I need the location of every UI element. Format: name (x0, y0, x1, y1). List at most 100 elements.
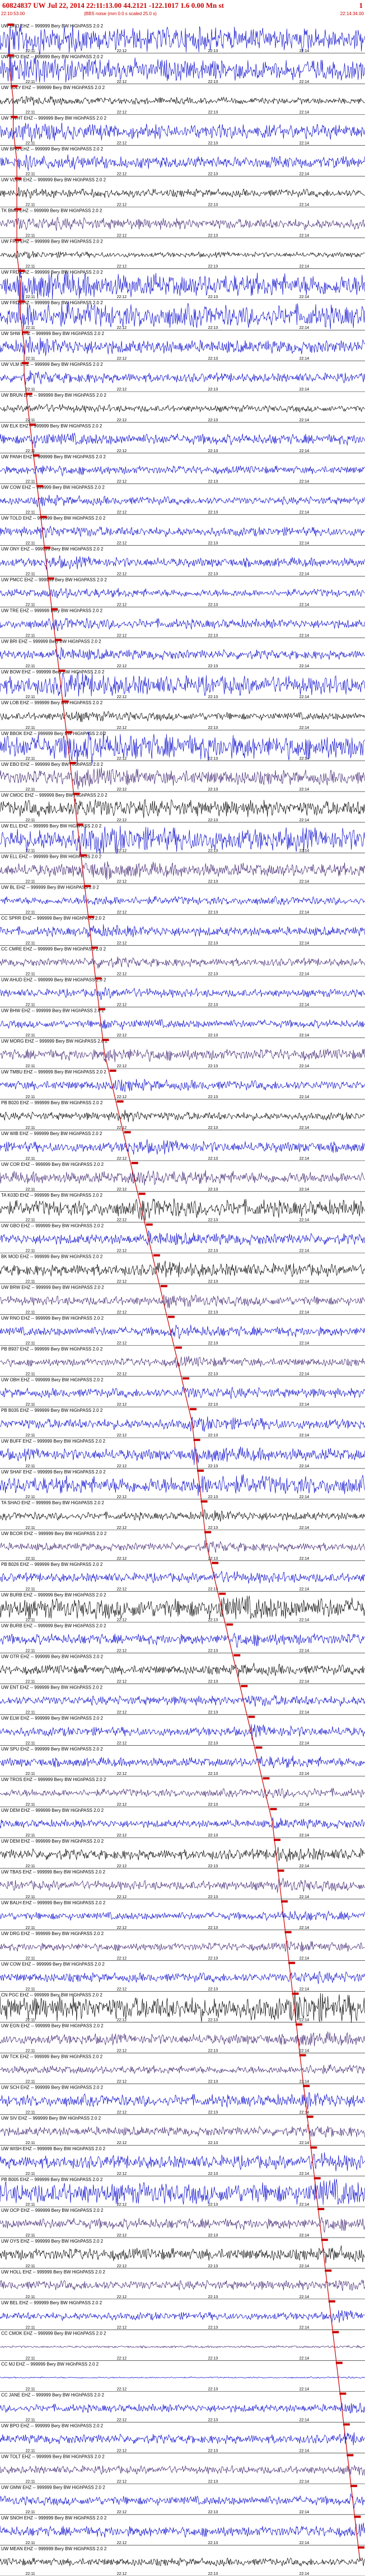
trace-label: UW TOLT EHZ -- 999999 Bery BW HiGhPASS 2… (1, 2454, 105, 2459)
trace-label: UW ENT EHZ -- 999999 Bery BW HiGhPASS 2.… (1, 1685, 103, 1690)
trace-label: UW SNOH EHZ -- 999999 Bery BW HiGhPASS 2… (1, 2515, 107, 2521)
time-tick-label: 22:13 (208, 1434, 218, 1438)
time-tick-label: 22:11 (26, 603, 35, 607)
trace-row: TA SHAO EHZ -- 999999 Bery BW HiGhPASS 2… (0, 1500, 365, 1531)
time-tick-label: 22:12 (117, 1188, 127, 1192)
time-tick-label: 22:14 (300, 757, 310, 761)
trace-label: UW FRD EHZ -- 999999 Bery BW HiGhPASS 2.… (1, 269, 103, 275)
trace-row: CC SPRR EHZ -- 999999 Bery BW HiGhPASS 2… (0, 915, 365, 946)
trace-row: UW HOLL EHZ -- 999999 Bery BW HiGhPASS 2… (0, 2269, 365, 2300)
time-tick-label: 22:14 (300, 2326, 310, 2330)
time-tick-label: 22:11 (26, 388, 35, 392)
time-tick-label: 22:12 (117, 1219, 127, 1222)
time-tick-label: 22:11 (26, 2357, 35, 2361)
time-tick-label: 22:11 (26, 2295, 35, 2299)
trace-label: UW SHAF EHZ -- 999999 Bery BW HiGhPASS 2… (1, 1470, 106, 1475)
time-tick-label: 22:11 (26, 2172, 35, 2176)
waveform-line (0, 1596, 365, 1620)
time-tick-label: 22:12 (117, 572, 127, 576)
trace-label: UW TOLD EHZ -- 999999 Bery BW HiGhPASS 2… (1, 516, 106, 521)
time-tick-label: 22:14 (300, 1988, 310, 1992)
time-tick-label: 22:11 (26, 1926, 35, 1930)
time-tick-label: 22:13 (208, 1680, 218, 1684)
trace-row: UW MEAN EHZ -- 999999 Bery BW HiGhPASS 2… (0, 2546, 365, 2576)
time-tick-label: 22:12 (117, 49, 127, 53)
trace-label: CC CMOK EHZ -- 999999 Bery BW HiGhPASS 2… (1, 2331, 106, 2336)
trace-row: UW OTR EHZ -- 999999 Bery BW HiGhPASS 2.… (0, 1654, 365, 1684)
waveform-line (0, 1294, 365, 1309)
time-tick-label: 22:14 (300, 572, 310, 576)
time-tick-label: 22:12 (117, 2295, 127, 2299)
trace-row: UW SHW EHZ -- 999999 Bery BW HiGhPASS 2.… (0, 331, 365, 361)
trace-row: UW BUFF EHZ -- 999999 Bery BW HiGhPASS 2… (0, 1439, 365, 1469)
time-tick-label: 22:12 (117, 2234, 127, 2238)
waveform-line (0, 250, 365, 259)
trace-label: UW SHW EHZ -- 999999 Bery BW HiGhPASS 2.… (1, 331, 104, 336)
waveform-line (0, 154, 365, 171)
time-tick-label: 22:14 (300, 1064, 310, 1068)
time-tick-label: 22:13 (208, 634, 218, 638)
time-tick-label: 22:12 (117, 757, 127, 761)
time-tick-label: 22:14 (300, 2418, 310, 2422)
trace-label: UW TCK EHZ -- 999999 Bery BW HiGhPASS 2.… (1, 2054, 103, 2059)
time-tick-label: 22:13 (208, 726, 218, 730)
time-tick-label: 22:13 (208, 2019, 218, 2022)
time-tick-label: 22:12 (117, 111, 127, 115)
time-tick-label: 22:11 (26, 2203, 35, 2207)
trace-label: UW BRI EHZ -- 999999 Bery BW HiGhPASS 2.… (1, 639, 101, 644)
time-tick-label: 22:14 (300, 1926, 310, 1930)
trace-label: UW WISH EHZ -- 999999 Bery BW HiGhPASS 2… (1, 2146, 106, 2151)
trace-label: CC JANE EHZ -- 999999 Bery BW HiGhPASS 2… (1, 2393, 104, 2398)
time-tick-label: 22:11 (26, 542, 35, 546)
trace-row: UW TWHT EHZ -- 999999 Bery BW HiGhPASS 2… (0, 115, 365, 146)
time-tick-label: 22:12 (117, 1495, 127, 1499)
trace-row: UW GMW EHZ -- 999999 Bery BW HiGhPASS 2.… (0, 2485, 365, 2515)
time-tick-label: 22:13 (208, 2449, 218, 2453)
trace-label: UW EBO EHZ -- 999999 Bery BW HiGhPASS 2.… (1, 762, 104, 767)
time-tick-label: 22:13 (208, 1095, 218, 1099)
time-tick-label: 22:13 (208, 1464, 218, 1468)
time-tick-label: 22:13 (208, 357, 218, 361)
time-tick-label: 22:13 (208, 111, 218, 115)
trace-label: UW BPO EHZ -- 999999 Bery BW HiGhPASS 2.… (1, 2423, 104, 2428)
time-tick-label: 22:14 (300, 788, 310, 792)
trace-label: UW VLM EHZ -- 999999 Bery BW HiGhPASS 2.… (1, 362, 103, 367)
time-tick-label: 22:14 (300, 2080, 310, 2084)
time-tick-label: 22:11 (26, 49, 35, 53)
time-tick-label: 22:11 (26, 203, 35, 207)
trace-label: UW BRW EHZ -- 999999 Bery BW HiGhPASS 2.… (1, 1285, 104, 1290)
time-tick-label: 22:12 (117, 634, 127, 638)
time-tick-label: 22:14 (300, 1957, 310, 1961)
time-tick-label: 22:14 (300, 1588, 310, 1592)
time-tick-label: 22:14 (300, 1003, 310, 1007)
time-tick-label: 22:11 (26, 2019, 35, 2022)
trace-row: PB B035 EHZ -- 999999 Bery BW HiGhPASS 2… (0, 1408, 365, 1438)
time-tick-label: 22:11 (26, 2572, 35, 2576)
trace-row: UW OCP EHZ -- 999999 Bery BW HiGhPASS 2.… (0, 2208, 365, 2238)
time-tick-label: 22:13 (208, 326, 218, 330)
trace-label: UW TBAS EHZ -- 999999 Bery BW HiGhPASS 2… (1, 1870, 106, 1875)
waveform-line (0, 370, 365, 385)
time-tick-label: 22:11 (26, 326, 35, 330)
time-tick-label: 22:11 (26, 1249, 35, 1253)
time-tick-label: 22:13 (208, 2172, 218, 2176)
trace-label: UW DEM EHZ -- 999999 Bery BW HiGhPASS 2.… (1, 1808, 104, 1813)
time-tick-label: 22:11 (26, 819, 35, 822)
time-tick-label: 22:14 (300, 1280, 310, 1284)
phase-pick-marker (226, 1623, 233, 1626)
time-tick-label: 22:11 (26, 1895, 35, 1899)
trace-row: UW VLOR EHZ -- 999999 Bery BW HiGhPASS 2… (0, 177, 365, 207)
time-tick-label: 22:13 (208, 2480, 218, 2484)
trace-label: UW OCP EHZ -- 999999 Bery BW HiGhPASS 2.… (1, 2208, 104, 2213)
waveform-line (0, 1817, 365, 1829)
time-tick-label: 22:14 (300, 819, 310, 822)
trace-label: UW SIV EHZ -- 999999 Bery BW HiGhPASS 2.… (1, 2115, 101, 2121)
trace-row: UW BEL EHZ -- 999999 Bery BW HiGhPASS 2.… (0, 2300, 365, 2330)
time-tick-label: 22:11 (26, 1219, 35, 1222)
trace-row: PB B026 EHZ -- 999999 Bery BW HiGhPASS 2… (0, 1561, 365, 1592)
time-tick-label: 22:14 (300, 357, 310, 361)
waveform-line (0, 2493, 365, 2509)
time-tick-label: 22:14 (300, 111, 310, 115)
trace-label: UW ELL EHZ -- 999999 Bery BW HiGhPASS 2.… (1, 824, 102, 829)
waveform-line (0, 1474, 365, 1496)
